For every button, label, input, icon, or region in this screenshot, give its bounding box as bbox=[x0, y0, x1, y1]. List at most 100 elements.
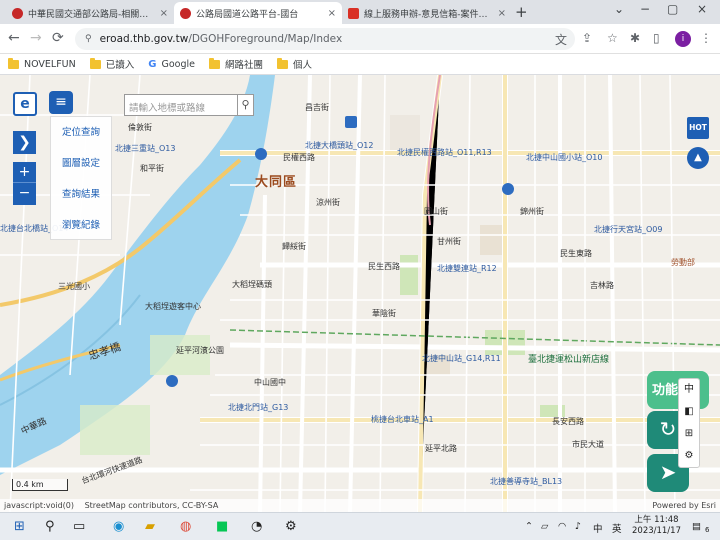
tray-chevron-icon[interactable]: ⌃ bbox=[525, 521, 533, 532]
zoom-out-button[interactable]: − bbox=[13, 183, 36, 204]
url-host: eroad.thb.gov.tw bbox=[99, 33, 189, 45]
address-bar[interactable]: ⚲ eroad.thb.gov.tw /DGOHForeground/Map/I… bbox=[75, 28, 575, 50]
street-label: 倫敦街 bbox=[128, 123, 152, 132]
tab-eroad[interactable]: 公路局國道公路平台-國台 × bbox=[174, 2, 342, 24]
profile-avatar[interactable]: i bbox=[675, 31, 691, 47]
hot-button[interactable]: HOT bbox=[687, 117, 709, 139]
tab-search-icon[interactable]: ⌄ bbox=[614, 2, 624, 16]
minimize-button[interactable]: − bbox=[640, 2, 650, 16]
chrome-icon[interactable]: ◍ bbox=[180, 519, 191, 534]
browser-toolbar: ← → ⟳ ⚲ eroad.thb.gov.tw /DGOHForeground… bbox=[0, 24, 720, 54]
tab-thb-links[interactable]: 中華民國交通部公路局-相關網站 × bbox=[6, 2, 174, 24]
language-toggle-button[interactable]: 中 bbox=[679, 379, 699, 401]
extensions-icon[interactable]: ✱ bbox=[630, 31, 640, 45]
poi-label[interactable]: 大稻埕碼頭 bbox=[232, 279, 272, 290]
menu-locate-query[interactable]: 定位查詢 bbox=[51, 117, 111, 148]
mrt-station-label[interactable]: 北捷中山國小站_O10 bbox=[526, 152, 602, 163]
share-icon[interactable]: ⇪ bbox=[582, 31, 592, 45]
notification-count: 6 bbox=[705, 526, 710, 534]
tab-title: 公路局國道公路平台-國台 bbox=[196, 9, 299, 20]
site-info-icon[interactable]: ⚲ bbox=[85, 34, 92, 44]
task-view-icon[interactable]: ▭ bbox=[73, 519, 85, 534]
poi-label[interactable]: 中山國中 bbox=[254, 377, 286, 388]
street-label: 昌吉街 bbox=[305, 103, 329, 112]
street-label: 民生東路 bbox=[560, 249, 592, 258]
menu-layer-settings[interactable]: 圖層設定 bbox=[51, 148, 111, 179]
mrt-station-label[interactable]: 北捷行天宮站_O09 bbox=[594, 224, 662, 235]
powered-by-text: Powered by Esri bbox=[652, 501, 716, 510]
search-icon[interactable]: ⚲ bbox=[45, 519, 55, 534]
zoom-in-button[interactable]: + bbox=[13, 162, 36, 183]
street-label: 涼州街 bbox=[316, 198, 340, 207]
bookmark-label: Google bbox=[161, 58, 195, 70]
hamburger-menu-icon[interactable]: ≡ bbox=[49, 91, 73, 114]
wifi-icon[interactable]: ◠ bbox=[558, 521, 566, 532]
back-button[interactable]: ← bbox=[8, 30, 20, 46]
route-marker-icon bbox=[255, 148, 267, 160]
close-window-button[interactable]: × bbox=[697, 2, 707, 16]
attribution-bar: javascript:void(0) StreetMap contributor… bbox=[0, 499, 720, 512]
zoom-control: + − bbox=[13, 162, 36, 205]
mrt-station-label[interactable]: 北捷大橋頭站_O12 bbox=[305, 140, 373, 151]
poi-label[interactable]: 延平河濱公園 bbox=[176, 345, 224, 356]
tab-close-icon[interactable]: × bbox=[492, 8, 506, 19]
street-label: 延平北路 bbox=[425, 444, 457, 453]
notification-icon[interactable]: ▤ bbox=[692, 521, 701, 532]
bookmark-novelfun[interactable]: NOVELFUN bbox=[8, 57, 76, 70]
bookmark-label: 網路社團 bbox=[225, 60, 264, 71]
clock-icon[interactable]: ◔ bbox=[251, 519, 262, 534]
bookmark-social[interactable]: 網路社團 bbox=[209, 57, 263, 71]
network-icon[interactable]: ▱ bbox=[541, 521, 548, 532]
street-label: 甘州街 bbox=[437, 237, 461, 246]
bookmark-star-icon[interactable]: ☆ bbox=[607, 31, 618, 45]
folder-icon bbox=[8, 57, 19, 69]
settings-gear-icon[interactable]: ⚙ bbox=[679, 445, 699, 467]
expand-panel-icon[interactable]: ❯ bbox=[13, 131, 36, 154]
maximize-button[interactable]: ▢ bbox=[667, 2, 678, 16]
menu-query-results[interactable]: 查詢結果 bbox=[51, 179, 111, 210]
line-icon[interactable]: ■ bbox=[216, 519, 228, 534]
layers-icon[interactable]: ⊞ bbox=[679, 423, 699, 445]
bookmark-personal[interactable]: 個人 bbox=[277, 57, 312, 71]
side-panel-icon[interactable]: ▯ bbox=[653, 31, 660, 45]
poi-label[interactable]: 三光國小 bbox=[58, 281, 90, 292]
bookmark-google[interactable]: G Google bbox=[148, 59, 195, 70]
start-icon[interactable]: ⊞ bbox=[14, 519, 25, 534]
eroad-logo[interactable]: e bbox=[13, 92, 37, 116]
settings-icon[interactable]: ⚙ bbox=[285, 519, 297, 534]
street-label: 和平街 bbox=[140, 164, 164, 173]
poi-label[interactable]: 大稻埕遊客中心 bbox=[145, 301, 201, 312]
contrast-icon[interactable]: ◧ bbox=[679, 401, 699, 423]
mrt-station-label[interactable]: 北捷民權西路站_O11,R13 bbox=[397, 147, 492, 158]
new-tab-button[interactable]: + bbox=[515, 3, 528, 21]
poi-label[interactable]: 勞動部 bbox=[671, 257, 695, 268]
mrt-station-label[interactable]: 桃捷台北車站_A1 bbox=[371, 414, 434, 425]
mrt-station-label[interactable]: 北捷善導寺站_BL13 bbox=[490, 476, 562, 487]
tab-close-icon[interactable]: × bbox=[322, 8, 336, 19]
search-icon[interactable]: ⚲ bbox=[238, 94, 254, 116]
tab-title: 中華民國交通部公路局-相關網站 bbox=[28, 9, 154, 20]
folder-icon bbox=[277, 57, 289, 69]
explorer-icon[interactable]: ▰ bbox=[145, 519, 155, 534]
menu-browse-history[interactable]: 瀏覽紀錄 bbox=[51, 210, 111, 241]
tab-close-icon[interactable]: × bbox=[154, 8, 168, 19]
mrt-station-label[interactable]: 北捷北門站_G13 bbox=[228, 402, 288, 413]
taskbar-clock[interactable]: 上午 11:48 2023/11/17 bbox=[632, 515, 681, 537]
bookmark-read[interactable]: 已讀入 bbox=[89, 57, 134, 71]
mrt-station-label[interactable]: 北捷中山站_G14,R11 bbox=[422, 353, 501, 364]
forward-button[interactable]: → bbox=[30, 30, 42, 46]
tab-gmail[interactable]: 線上服務申辦-意見信箱-案件編號 × bbox=[342, 2, 512, 24]
mrt-station-label[interactable]: 北捷三重站_O13 bbox=[115, 143, 175, 154]
translate-icon[interactable]: 文 bbox=[555, 31, 567, 48]
ime-mode-button[interactable]: 中 bbox=[593, 521, 603, 535]
mrt-line-label: 臺北捷運松山新店線 bbox=[528, 355, 610, 365]
reload-button[interactable]: ⟳ bbox=[52, 30, 64, 46]
mrt-station-label[interactable]: 北捷雙連站_R12 bbox=[437, 263, 497, 274]
landmark-search-input[interactable]: 請輸入地標或路線 bbox=[124, 94, 238, 116]
volume-icon[interactable]: ♪ bbox=[575, 521, 581, 532]
edge-icon[interactable]: ◉ bbox=[113, 519, 124, 534]
menu-dots-icon[interactable]: ⋮ bbox=[700, 31, 712, 45]
input-language-button[interactable]: 英 bbox=[612, 521, 622, 535]
street-label: 華陰街 bbox=[372, 309, 396, 318]
compass-icon[interactable]: ▲ bbox=[687, 147, 709, 169]
